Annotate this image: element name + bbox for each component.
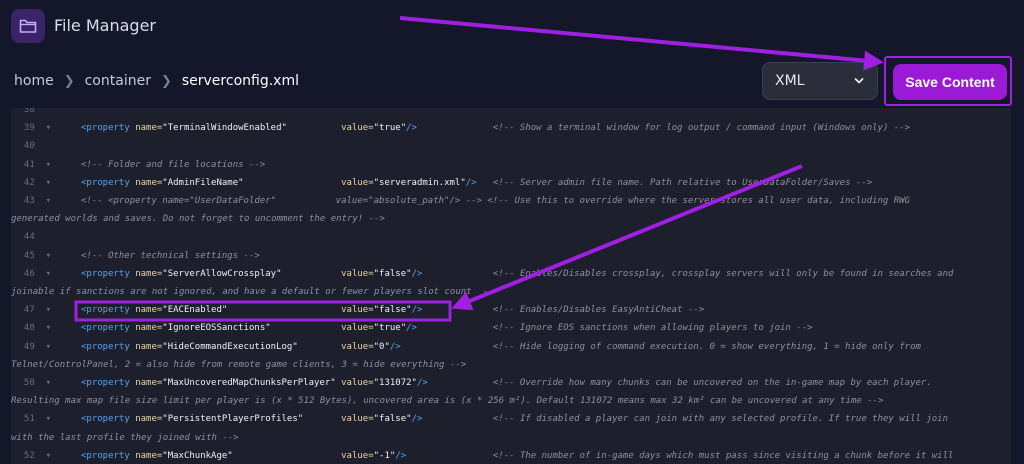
arrow-to-save-button [399, 16, 884, 71]
annotation-arrows [74, 16, 884, 322]
eac-line-highlight [74, 300, 452, 322]
arrow-to-eac-line [451, 164, 803, 311]
